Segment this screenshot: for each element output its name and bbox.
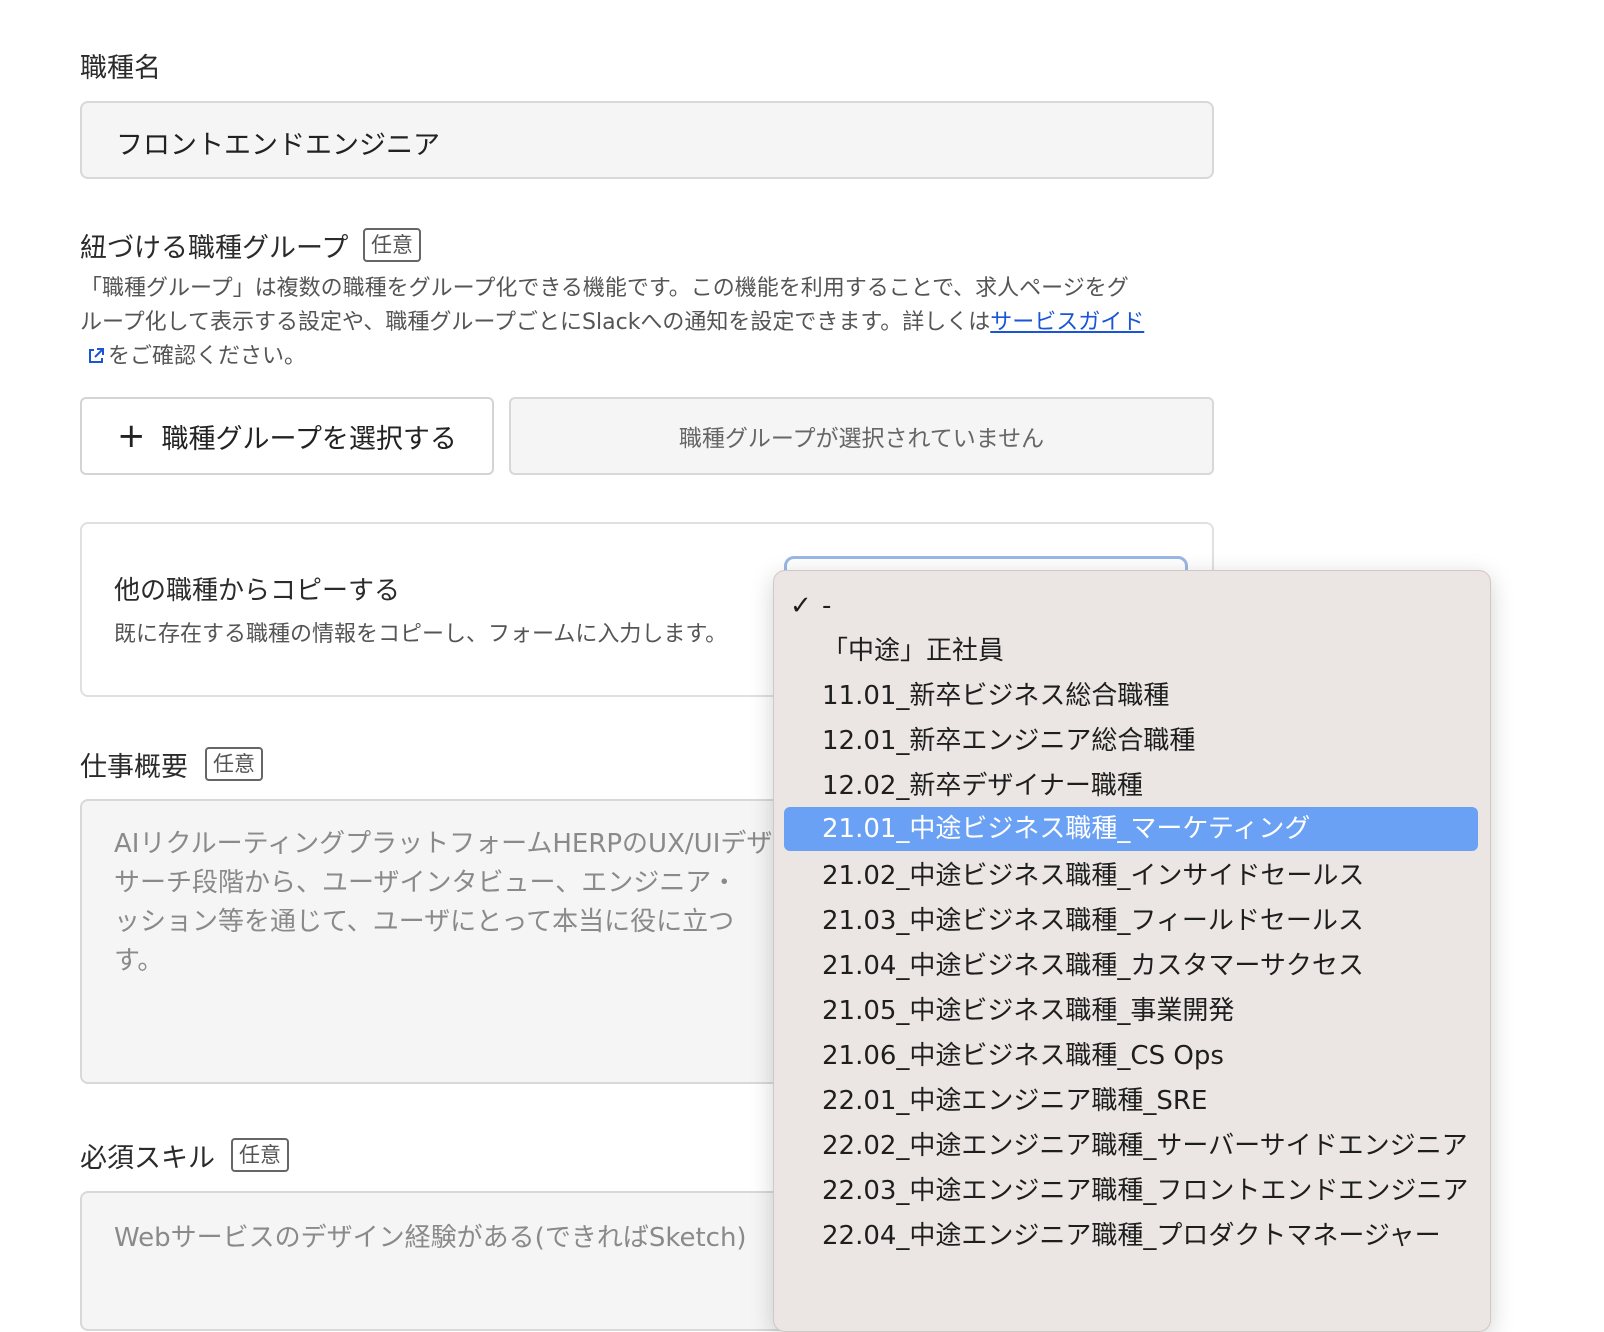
external-link-icon[interactable] — [86, 343, 108, 377]
placeholder-line: AIリクルーティングプラットフォームHERPのUX/UIデザ — [114, 829, 773, 859]
dropdown-item[interactable]: 22.03_中途エンジニア職種_フロントエンドエンジニア — [784, 1169, 1478, 1213]
job-group-empty-text: 職種グループが選択されていません — [678, 426, 1045, 452]
dropdown-item-label: 11.01_新卒ビジネス総合職種 — [822, 681, 1170, 711]
dropdown-item[interactable]: 12.02_新卒デザイナー職種 — [784, 764, 1478, 808]
dropdown-item[interactable]: 12.01_新卒エンジニア総合職種 — [784, 719, 1478, 763]
dropdown-item[interactable]: 22.04_中途エンジニア職種_プロダクトマネージャー — [784, 1214, 1478, 1258]
job-group-empty-state: 職種グループが選択されていません — [509, 397, 1214, 475]
copy-section-title: 他の職種からコピーする — [114, 576, 401, 606]
dropdown-item[interactable]: 21.04_中途ビジネス職種_カスタマーサクセス — [784, 944, 1478, 988]
required-skills-placeholder: Webサービスのデザイン経験がある(できればSketch) — [114, 1223, 747, 1253]
copy-job-dropdown-menu[interactable]: ✓ - 「中途」正社員 11.01_新卒ビジネス総合職種 12.01_新卒エンジ… — [773, 570, 1491, 1332]
dropdown-item-label: 21.03_中途ビジネス職種_フィールドセールス — [822, 906, 1364, 936]
optional-badge: 任意 — [363, 228, 421, 262]
dropdown-item[interactable]: ✓ - — [784, 584, 1478, 628]
checkmark-icon: ✓ — [790, 591, 812, 621]
dropdown-item[interactable]: 「中途」正社員 — [784, 629, 1478, 673]
job-name-input[interactable]: フロントエンドエンジニア — [80, 101, 1214, 179]
dropdown-item-label: 21.06_中途ビジネス職種_CS Ops — [822, 1041, 1224, 1071]
dropdown-item[interactable]: 22.01_中途エンジニア職種_SRE — [784, 1079, 1478, 1123]
dropdown-item[interactable]: 21.02_中途ビジネス職種_インサイドセールス — [784, 854, 1478, 898]
service-guide-link[interactable]: サービスガイド — [990, 310, 1144, 335]
help-text-line-3: をご確認ください。 — [108, 344, 307, 369]
dropdown-item-label: 12.01_新卒エンジニア総合職種 — [822, 726, 1196, 756]
dropdown-item-label: 22.02_中途エンジニア職種_サーバーサイドエンジニア — [822, 1131, 1468, 1161]
placeholder-line: ッション等を通じて、ユーザにとって本当に役に立つ — [114, 907, 735, 937]
optional-badge: 任意 — [231, 1138, 289, 1172]
dropdown-item[interactable]: 22.02_中途エンジニア職種_サーバーサイドエンジニア — [784, 1124, 1478, 1168]
placeholder-line: す。 — [114, 946, 164, 976]
dropdown-item-label: 21.05_中途ビジネス職種_事業開発 — [822, 996, 1235, 1026]
dropdown-item-label: 22.04_中途エンジニア職種_プロダクトマネージャー — [822, 1221, 1441, 1251]
dropdown-item-label: - — [822, 591, 832, 621]
dropdown-item[interactable]: 21.03_中途ビジネス職種_フィールドセールス — [784, 899, 1478, 943]
dropdown-item-label: 21.02_中途ビジネス職種_インサイドセールス — [822, 861, 1365, 891]
dropdown-item-label: 12.02_新卒デザイナー職種 — [822, 771, 1143, 801]
plus-icon: + — [117, 416, 146, 456]
job-name-value: フロントエンドエンジニア — [116, 130, 440, 161]
job-group-help: 「職種グループ」は複数の職種をグループ化できる機能です。この機能を利用することで… — [80, 272, 1220, 377]
dropdown-item[interactable]: 11.01_新卒ビジネス総合職種 — [784, 674, 1478, 718]
dropdown-item-label: 21.04_中途ビジネス職種_カスタマーサクセス — [822, 951, 1364, 981]
dropdown-item[interactable]: 21.06_中途ビジネス職種_CS Ops — [784, 1034, 1478, 1078]
dropdown-item-label: 22.01_中途エンジニア職種_SRE — [822, 1086, 1208, 1116]
optional-badge: 任意 — [205, 747, 263, 781]
required-skills-label: 必須スキル — [80, 1143, 215, 1174]
select-job-group-label: 職種グループを選択する — [161, 423, 457, 455]
select-job-group-button[interactable]: + 職種グループを選択する — [80, 397, 494, 475]
dropdown-item-highlighted[interactable]: 21.01_中途ビジネス職種_マーケティング — [784, 807, 1478, 851]
job-group-label: 紐づける職種グループ — [80, 233, 349, 264]
job-summary-label: 仕事概要 — [80, 752, 188, 783]
dropdown-item-label: 「中途」正社員 — [822, 636, 1005, 666]
placeholder-line: サーチ段階から、ユーザインタビュー、エンジニア・ — [114, 868, 738, 898]
copy-section-description: 既に存在する職種の情報をコピーし、フォームに入力します。 — [114, 622, 728, 647]
dropdown-item-label: 22.03_中途エンジニア職種_フロントエンドエンジニア — [822, 1176, 1469, 1206]
job-name-label: 職種名 — [80, 53, 161, 84]
help-text-line-1: 「職種グループ」は複数の職種をグループ化できる機能です。この機能を利用することで… — [80, 276, 1129, 301]
job-summary-placeholder: AIリクルーティングプラットフォームHERPのUX/UIデザ サーチ段階から、ユ… — [114, 825, 794, 981]
help-text-line-2: ループ化して表示する設定や、職種グループごとにSlackへの通知を設定できます。… — [80, 310, 991, 335]
dropdown-item[interactable]: 21.05_中途ビジネス職種_事業開発 — [784, 989, 1478, 1033]
dropdown-item-label: 21.01_中途ビジネス職種_マーケティング — [822, 814, 1311, 844]
